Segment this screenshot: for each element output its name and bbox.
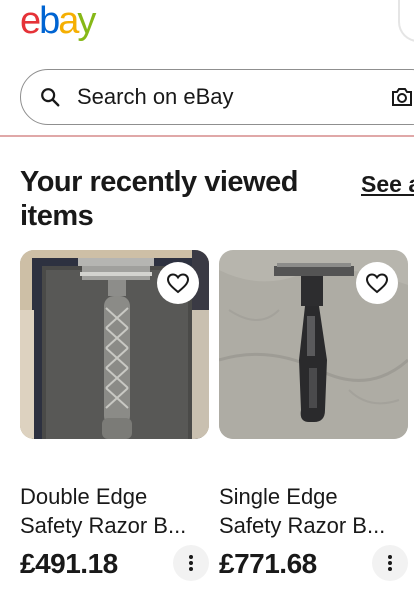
kebab-icon: [189, 555, 193, 571]
logo-letter-y: y: [77, 0, 96, 42]
item-image[interactable]: [219, 250, 408, 439]
watch-button[interactable]: [356, 262, 398, 304]
item-title-line2: Safety Razor B...: [20, 513, 187, 538]
watch-button[interactable]: [157, 262, 199, 304]
more-options-button[interactable]: [372, 545, 408, 581]
item-title-line1: Single Edge: [219, 484, 338, 509]
more-options-button[interactable]: [173, 545, 209, 581]
item-card[interactable]: Double Edge Safety Razor B... £491.18: [20, 250, 209, 584]
logo-letter-e: e: [20, 0, 41, 42]
kebab-icon: [388, 555, 392, 571]
section-title-line2: items: [20, 200, 94, 232]
ebay-logo[interactable]: ebay: [20, 0, 96, 42]
item-image[interactable]: [20, 250, 209, 439]
item-card[interactable]: Single Edge Safety Razor B... £771.68: [219, 250, 408, 584]
heart-icon: [166, 273, 190, 294]
item-title-line1: Double Edge: [20, 484, 148, 509]
price-row: £771.68: [219, 544, 408, 584]
item-title[interactable]: Single Edge Safety Razor B...: [219, 482, 408, 540]
item-title-line2: Safety Razor B...: [219, 513, 386, 538]
camera-icon[interactable]: [390, 86, 414, 108]
search-bar[interactable]: Search on eBay: [20, 69, 414, 125]
search-icon: [41, 88, 60, 107]
section-title-line1: Your recently viewed: [20, 166, 298, 198]
section-title: Your recently viewed items: [20, 165, 340, 233]
account-button[interactable]: [398, 0, 414, 42]
logo-letter-b: b: [39, 0, 60, 42]
item-title[interactable]: Double Edge Safety Razor B...: [20, 482, 209, 540]
heart-icon: [365, 273, 389, 294]
price-row: £491.18: [20, 544, 209, 584]
header-divider: [0, 135, 414, 137]
page: ebay Search on eBay Your recently viewed…: [0, 0, 414, 600]
search-input[interactable]: Search on eBay: [77, 84, 234, 110]
see-all-link[interactable]: See a: [361, 171, 414, 198]
logo-letter-a: a: [58, 0, 79, 42]
